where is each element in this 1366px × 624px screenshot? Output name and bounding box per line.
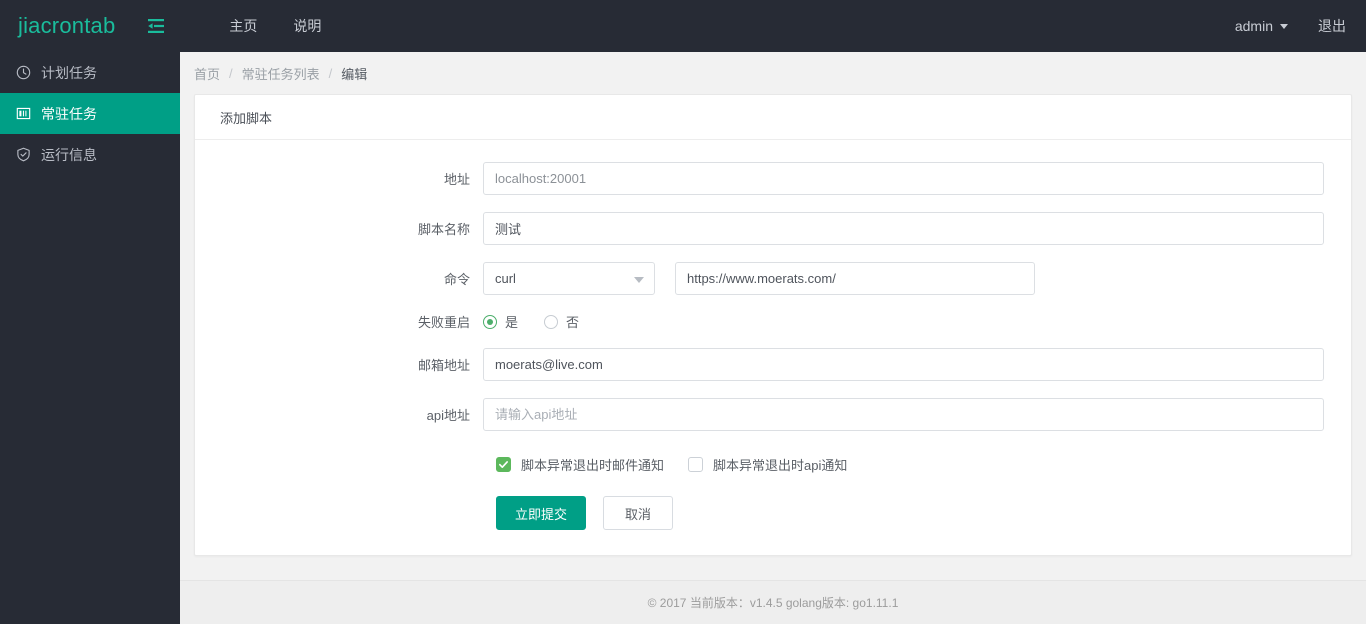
breadcrumb-item-edit: 编辑 [341,66,368,82]
form-row-fail-restart: 失败重启 是 否 [195,312,1324,331]
user-menu-label: admin [1234,18,1273,34]
logout-link[interactable]: 退出 [1318,16,1346,36]
user-menu[interactable]: admin [1235,18,1288,34]
checkbox-label: 脚本异常退出时邮件通知 [521,458,665,473]
main-content: 首页 / 常驻任务列表 / 编辑 添加脚本 地址 脚本名称 [180,52,1366,624]
script-name-field-wrap [483,212,1324,245]
fail-restart-field-wrap: 是 否 [483,312,1324,331]
sidebar: 计划任务 常驻任务 运行信息 [0,52,180,624]
fail-restart-radio-no[interactable]: 否 [544,312,579,331]
nav-link-home[interactable]: 主页 [211,16,275,36]
sidebar-item-resident-tasks[interactable]: 常驻任务 [0,93,180,134]
sidebar-item-label: 运行信息 [41,146,97,163]
form-actions: 立即提交 取消 [195,496,1324,530]
nav-right: admin 退出 [1235,16,1366,36]
mail-input[interactable] [483,348,1324,381]
radio-selected-icon [483,314,497,329]
brand-logo[interactable]: jiacrontab [0,13,115,39]
api-input[interactable] [483,398,1324,431]
notify-checkbox-row: 脚本异常退出时邮件通知 脚本异常退出时api通知 [195,455,1324,474]
checkbox-label: 脚本异常退出时api通知 [713,458,848,473]
add-script-card: 添加脚本 地址 脚本名称 命令 [194,94,1352,556]
mail-field-wrap [483,348,1324,381]
address-input[interactable] [483,162,1324,195]
radio-label: 是 [505,315,519,330]
breadcrumb: 首页 / 常驻任务列表 / 编辑 [180,52,1366,94]
add-script-form: 地址 脚本名称 命令 curl [195,140,1351,555]
command-select[interactable]: curl [483,262,655,295]
form-row-script-name: 脚本名称 [195,212,1324,245]
cancel-button[interactable]: 取消 [603,496,674,530]
mail-label: 邮箱地址 [417,358,470,373]
form-row-address: 地址 [195,162,1324,195]
breadcrumb-separator: / [328,65,333,81]
command-field-wrap: curl [483,262,1324,295]
app-root: jiacrontab 主页 说明 admin 退出 计划任务 常驻任务 运行信息… [0,0,1366,624]
checkbox-api-notify[interactable]: 脚本异常退出时api通知 [688,455,847,474]
fail-restart-radio-yes[interactable]: 是 [483,312,518,331]
submit-button[interactable]: 立即提交 [496,496,587,530]
command-select-wrap: curl [483,262,655,295]
nav-link-docs[interactable]: 说明 [275,16,339,36]
footer: © 2017 当前版本：v1.4.5 golang版本: go1.11.1 [180,580,1366,624]
shield-icon [14,146,32,164]
radio-empty-icon [544,314,559,329]
sidebar-item-label: 常驻任务 [41,105,97,122]
card-title: 添加脚本 [195,95,1351,140]
address-field-wrap [483,162,1324,195]
script-name-label: 脚本名称 [417,222,470,237]
chevron-down-icon [1280,23,1288,29]
form-row-command: 命令 curl [195,262,1324,295]
form-row-mail: 邮箱地址 [195,348,1324,381]
checkbox-mail-notify[interactable]: 脚本异常退出时邮件通知 [496,455,664,474]
breadcrumb-separator: / [229,65,233,81]
sidebar-toggle-icon[interactable] [143,13,169,39]
script-name-input[interactable] [483,212,1324,245]
sidebar-item-runtime-info[interactable]: 运行信息 [0,134,180,175]
command-label: 命令 [443,272,470,287]
command-arg-input[interactable] [675,262,1035,295]
breadcrumb-item-home[interactable]: 首页 [194,64,220,83]
breadcrumb-item-task-list[interactable]: 常驻任务列表 [242,64,320,83]
radio-label: 否 [566,315,580,330]
tasks-icon [14,105,32,123]
checkbox-checked-icon [496,457,511,472]
form-row-api: api地址 [195,398,1324,431]
api-field-wrap [483,398,1324,431]
api-label: api地址 [426,408,470,423]
fail-restart-label: 失败重启 [417,315,470,330]
checkbox-empty-icon [688,457,704,472]
address-label: 地址 [443,172,470,187]
sidebar-item-label: 计划任务 [41,64,97,81]
sidebar-item-scheduled-tasks[interactable]: 计划任务 [0,52,180,93]
nav-links: 主页 说明 [211,16,339,36]
clock-icon [14,64,32,82]
top-navbar: jiacrontab 主页 说明 admin 退出 [0,0,1366,52]
fail-restart-radio-group: 是 否 [483,312,605,331]
